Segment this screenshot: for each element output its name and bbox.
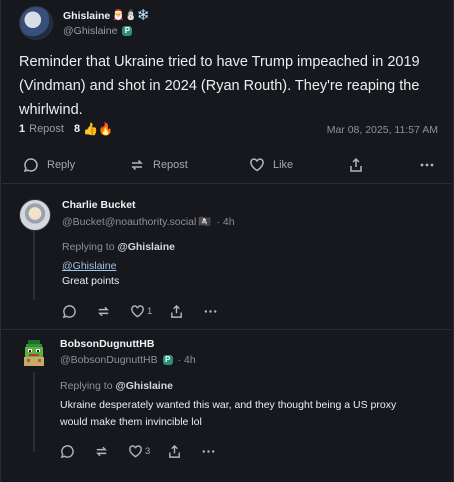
author-name-emojis: 🎅⛄❄️ <box>112 10 150 21</box>
more-dots-icon <box>202 450 215 453</box>
reply-author-handle[interactable]: @BobsonDugnuttHB <box>60 354 158 366</box>
platform-badge-icon: P <box>122 25 133 36</box>
like-button[interactable]: 1 <box>130 304 152 319</box>
reply-time[interactable]: · 4h <box>178 354 196 366</box>
replying-to-handle[interactable]: @Ghislaine <box>115 380 173 392</box>
share-upload-icon <box>169 444 181 458</box>
repost-button[interactable] <box>96 304 113 319</box>
repost-button[interactable] <box>94 444 111 459</box>
reply-action-bar: 3 <box>60 444 420 459</box>
author-display-name[interactable]: Ghislaine <box>63 10 110 22</box>
divider <box>2 329 452 330</box>
share-upload-icon <box>171 304 183 318</box>
reaction-count: 8 <box>73 123 81 135</box>
post-stats: 1 Repost 8 👍🔥 <box>19 122 113 136</box>
like-label: Like <box>273 159 294 171</box>
platform-badge-icon: P <box>162 355 173 365</box>
post-timestamp[interactable]: Mar 08, 2025, 11:57 AM <box>327 124 438 136</box>
replying-to: Replying to @Ghislaine <box>60 380 420 392</box>
reply-handle-emoji: 🏴‍☠️ <box>198 216 212 228</box>
reply-bubble-icon <box>23 158 38 173</box>
author-handle[interactable]: @Ghislaine <box>63 25 117 37</box>
reply-button[interactable] <box>62 304 79 319</box>
reply-bubble-icon <box>60 445 74 459</box>
reaction-emojis[interactable]: 👍🔥 <box>83 122 113 136</box>
like-count: 3 <box>145 446 151 457</box>
repost-count: 1 <box>19 123 26 135</box>
repost-arrows-icon <box>98 306 109 317</box>
share-button[interactable] <box>167 444 184 459</box>
reply-bubble-icon <box>62 305 76 319</box>
reply-author-avatar[interactable] <box>19 338 49 368</box>
replying-to-label: Replying to <box>60 380 113 392</box>
more-dots-icon <box>204 310 217 313</box>
replying-to-label: Replying to <box>62 241 115 253</box>
repost-arrows-icon <box>96 446 107 457</box>
more-options-button[interactable] <box>203 304 220 319</box>
reply-action-bar: 1 <box>62 304 237 319</box>
more-options-button[interactable] <box>419 157 443 173</box>
reply-author-name[interactable]: BobsonDugnuttHB <box>60 338 420 350</box>
repost-label: Repost <box>153 159 188 171</box>
post-text: Reminder that Ukraine tried to have Trum… <box>19 54 420 118</box>
pixel-frog-avatar-icon <box>24 340 44 366</box>
reply-text: Ukraine desperately wanted this war, and… <box>60 399 397 428</box>
replying-to-handle[interactable]: @Ghislaine <box>117 241 175 253</box>
reply-author-handle[interactable]: @Bucket@noauthority.social <box>62 216 196 228</box>
repost-button[interactable]: Repost <box>129 157 188 173</box>
post-action-bar: Reply Repost Like <box>23 157 437 175</box>
reply-item[interactable]: Charlie Bucket @Bucket@noauthority.socia… <box>19 199 439 319</box>
author-avatar[interactable] <box>19 6 53 40</box>
share-upload-icon <box>350 157 362 172</box>
like-button[interactable]: Like <box>249 157 293 173</box>
heart-icon <box>131 305 144 318</box>
share-button[interactable] <box>348 157 372 173</box>
reply-time[interactable]: · 4h <box>216 216 234 228</box>
reply-mention-link[interactable]: @Ghislaine <box>62 260 237 272</box>
share-button[interactable] <box>169 304 186 319</box>
post-header: Ghislaine 🎅⛄❄️ @Ghislaine P <box>19 6 150 40</box>
reply-label: Reply <box>47 159 76 171</box>
heart-icon <box>250 158 264 172</box>
replying-to: Replying to @Ghislaine <box>62 241 237 253</box>
like-count: 1 <box>147 306 153 317</box>
reply-author-name[interactable]: Charlie Bucket <box>62 199 237 211</box>
reply-text: Great points <box>62 275 120 287</box>
reply-author-avatar[interactable] <box>19 199 51 231</box>
reply-item[interactable]: BobsonDugnuttHB @BobsonDugnuttHB P · 4h … <box>19 338 439 459</box>
like-button[interactable]: 3 <box>128 444 150 459</box>
heart-icon <box>129 445 142 458</box>
post-thread-panel: Ghislaine 🎅⛄❄️ @Ghislaine P Reminder tha… <box>0 0 454 482</box>
divider <box>2 183 452 184</box>
more-options-button[interactable] <box>201 444 218 459</box>
reply-button[interactable] <box>60 444 77 459</box>
more-dots-icon <box>420 163 434 167</box>
repost-count-label[interactable]: Repost <box>29 123 64 135</box>
repost-arrows-icon <box>131 159 143 171</box>
reply-button[interactable]: Reply <box>23 157 75 173</box>
